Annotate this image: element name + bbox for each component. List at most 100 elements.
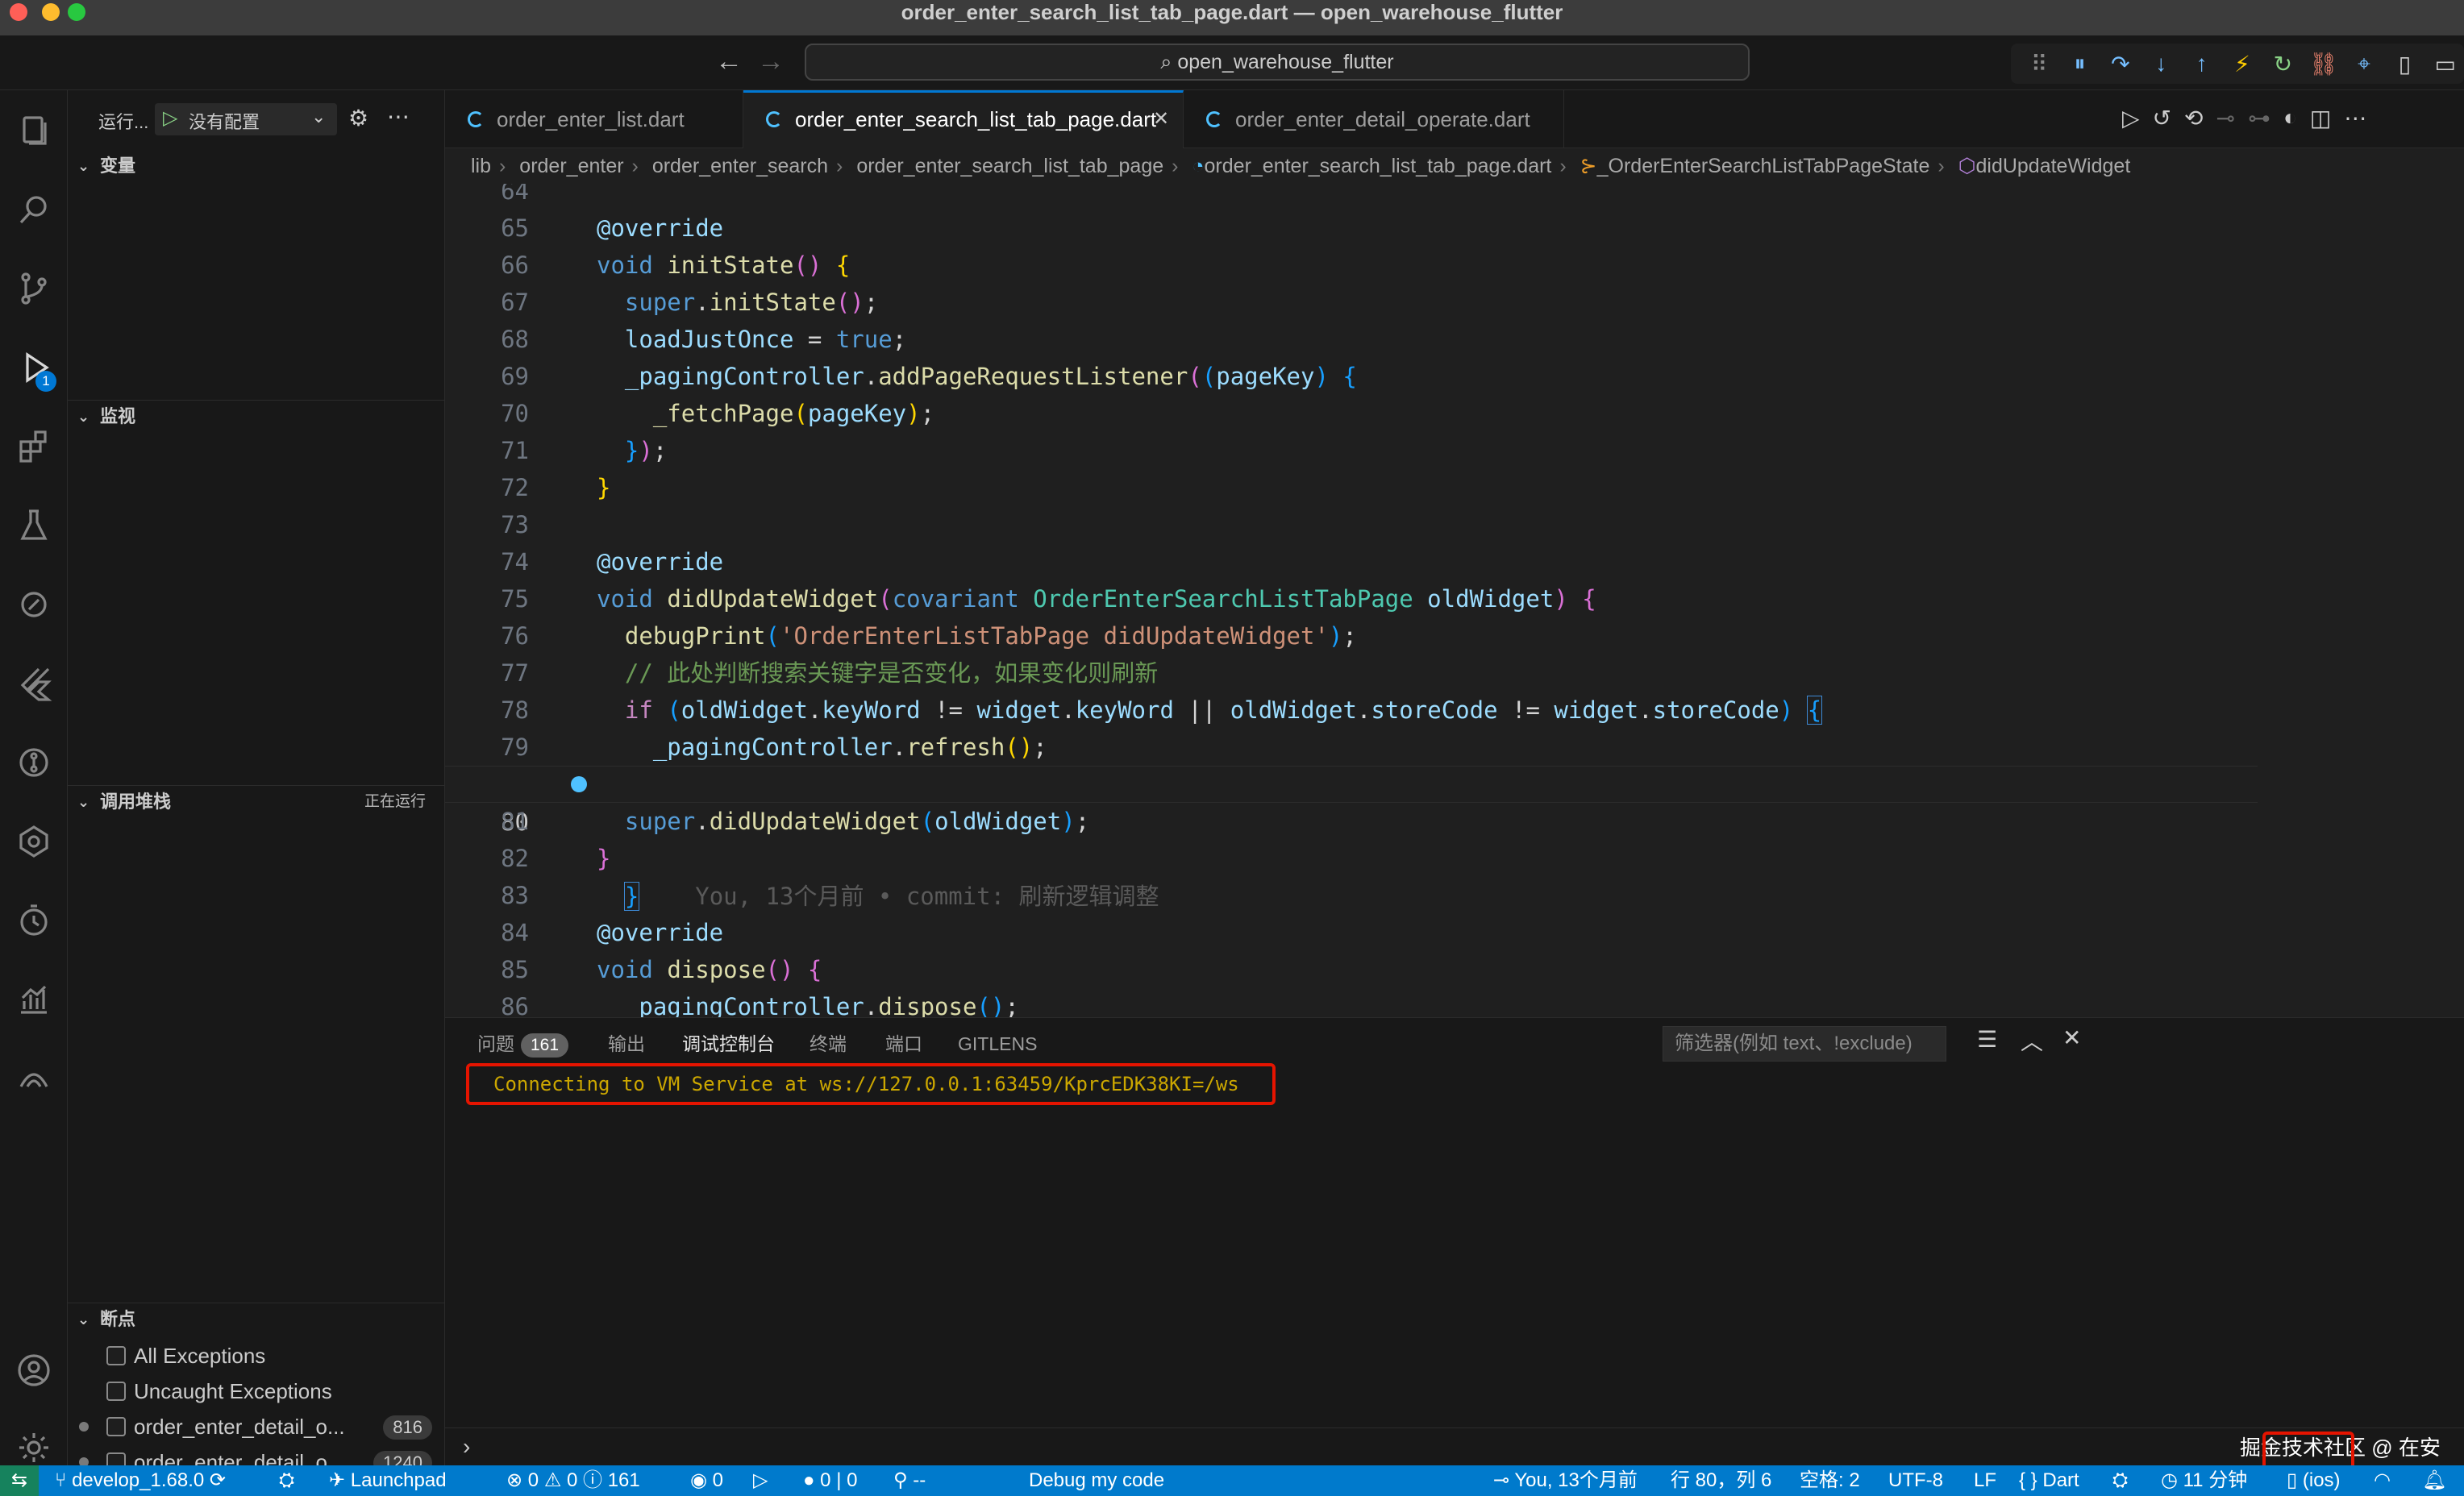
- checkbox[interactable]: [106, 1346, 126, 1365]
- account-icon[interactable]: ◠: [2374, 1465, 2391, 1496]
- tab-debug-console[interactable]: 调试控制台: [682, 1029, 775, 1058]
- step-over-icon[interactable]: ↷: [2102, 44, 2139, 83]
- git-blame-status[interactable]: ⊸ You, 13个月前: [1493, 1465, 1638, 1496]
- breakpoint-uncaught-exceptions[interactable]: Uncaught Exceptions: [68, 1373, 445, 1409]
- line-ending[interactable]: LF: [1974, 1465, 1996, 1496]
- debug-launch-icon[interactable]: ▷: [753, 1465, 768, 1496]
- charts-icon[interactable]: [8, 974, 60, 1025]
- step-out-icon[interactable]: ↑: [2183, 44, 2220, 83]
- testing-icon[interactable]: [8, 500, 60, 551]
- breadcrumb-item[interactable]: lib: [471, 148, 491, 184]
- indentation[interactable]: 空格: 2: [1800, 1465, 1860, 1496]
- debug-console-input[interactable]: ›: [445, 1427, 2464, 1466]
- gitlens-icon[interactable]: [8, 737, 60, 788]
- breakpoint-hint-icon[interactable]: [571, 776, 587, 792]
- tab-terminal[interactable]: 终端: [810, 1029, 847, 1058]
- launch-config-dropdown[interactable]: ▷ 没有配置 ⌄: [155, 103, 337, 135]
- gitlens-compare-icon[interactable]: ◐: [2283, 105, 2297, 134]
- tab-order-enter-search-list-tab-page[interactable]: order_enter_search_list_tab_page.dart ✕: [743, 90, 1184, 148]
- run-debug-icon[interactable]: 1: [8, 342, 60, 393]
- flutter-icon[interactable]: [8, 658, 60, 709]
- callstack-section-header[interactable]: ⌄ 调用堆栈 正在运行: [68, 785, 445, 817]
- tab-problems[interactable]: 问题 161: [477, 1029, 569, 1058]
- back-arrow-icon[interactable]: ←: [713, 44, 745, 81]
- drag-handle-icon[interactable]: ⠿: [2021, 44, 2058, 83]
- time-tracker[interactable]: ◷ 11 分钟: [2161, 1465, 2247, 1496]
- close-window-button[interactable]: [10, 3, 27, 21]
- clear-console-icon[interactable]: ☰: [1977, 1026, 1997, 1053]
- close-tab-icon[interactable]: ✕: [1153, 93, 1169, 146]
- previous-change-icon[interactable]: ⟲: [2184, 105, 2203, 134]
- problems-summary[interactable]: ⊗ 0 ⚠ 0 ⓘ 161: [506, 1465, 640, 1496]
- tab-ports[interactable]: 端口: [885, 1029, 922, 1058]
- cursor-position[interactable]: 行 80，列 6: [1671, 1465, 1771, 1496]
- breakpoint-all-exceptions[interactable]: All Exceptions: [68, 1338, 445, 1373]
- remote-indicator-icon[interactable]: ⇆: [0, 1465, 39, 1496]
- device-selector[interactable]: ▯ (ios): [2287, 1465, 2341, 1496]
- inspect-widget-icon[interactable]: ⌖: [2345, 44, 2383, 83]
- ai-assistant-icon[interactable]: [8, 1053, 60, 1104]
- disconnect-icon[interactable]: ⛓: [2305, 44, 2342, 83]
- devtools-counts[interactable]: ● 0 | 0: [803, 1465, 857, 1496]
- source-control-icon[interactable]: [8, 263, 60, 314]
- commit-icon: ⊸: [1493, 1469, 1515, 1491]
- variables-section-header[interactable]: ⌄ 变量: [68, 150, 445, 182]
- more-actions-icon[interactable]: ⋯: [2344, 105, 2366, 134]
- breakpoint-item[interactable]: order_enter_detail_o... 816: [68, 1409, 445, 1444]
- explorer-icon[interactable]: [8, 105, 60, 156]
- breadcrumb-item[interactable]: order_enter_search_list_tab_page.dart: [1205, 148, 1552, 184]
- checkbox[interactable]: [106, 1417, 126, 1436]
- maximize-panel-icon[interactable]: ︿: [2021, 1024, 2043, 1057]
- gear-icon[interactable]: ⚙: [348, 105, 368, 131]
- next-change-icon[interactable]: ⊶: [2248, 105, 2270, 134]
- language-mode[interactable]: { } Dart: [2019, 1465, 2079, 1496]
- run-file-icon[interactable]: ▷: [2122, 105, 2140, 134]
- launchpad[interactable]: ✈ Launchpad: [329, 1465, 447, 1496]
- breadcrumb-item[interactable]: order_enter: [519, 148, 623, 184]
- debug-my-code[interactable]: Debug my code: [1029, 1465, 1164, 1496]
- close-panel-icon[interactable]: ✕: [2062, 1024, 2081, 1051]
- encoding[interactable]: UTF-8: [1888, 1465, 1943, 1496]
- breadcrumb-item[interactable]: didUpdateWidget: [1975, 148, 2130, 184]
- zoom-window-button[interactable]: [68, 3, 85, 21]
- tab-order-enter-detail-operate[interactable]: order_enter_detail_operate.dart: [1184, 90, 1564, 148]
- copilot-icon[interactable]: [8, 816, 60, 867]
- more-actions-icon[interactable]: ⋯: [387, 103, 410, 130]
- step-into-icon[interactable]: ↓: [2142, 44, 2179, 83]
- watch-section-header[interactable]: ⌄ 监视: [68, 400, 445, 432]
- toggle-sidebar-icon[interactable]: ▯: [2386, 44, 2423, 83]
- hot-reload-icon[interactable]: ⚡: [2224, 44, 2261, 83]
- code-editor[interactable]: 64 65 @override 66 void initState() { 67 s…: [445, 184, 2464, 1017]
- checkbox[interactable]: [106, 1382, 126, 1401]
- copilot-status-icon[interactable]: ⛭: [2112, 1465, 2128, 1496]
- tab-output[interactable]: 输出: [608, 1029, 645, 1058]
- accounts-icon[interactable]: [8, 1344, 60, 1396]
- ports-indicator[interactable]: ◉ 0: [690, 1465, 723, 1496]
- git-commit-icon[interactable]: ⊸: [2216, 105, 2234, 134]
- toggle-panel-icon[interactable]: ▭: [2427, 44, 2464, 83]
- pause-icon[interactable]: ⏸: [2061, 44, 2098, 83]
- tab-gitlens[interactable]: GITLENS: [958, 1029, 1037, 1058]
- extensions-icon[interactable]: [8, 421, 60, 472]
- breakpoints-section-header[interactable]: ⌄ 断点: [68, 1303, 445, 1335]
- forward-arrow-icon[interactable]: →: [755, 44, 787, 81]
- search-icon[interactable]: [8, 184, 60, 235]
- breadcrumb-item[interactable]: order_enter_search: [652, 148, 828, 184]
- start-debugging-icon[interactable]: ▷: [163, 106, 177, 130]
- notifications-bell-icon[interactable]: 🔔︎: [2422, 1465, 2446, 1496]
- remote-explorer-icon[interactable]: [8, 579, 60, 630]
- console-filter-input[interactable]: 筛选器(例如 text、!exclude): [1663, 1026, 1946, 1062]
- history-icon[interactable]: ↺: [2153, 105, 2171, 134]
- flutter-status[interactable]: ⚲ --: [893, 1465, 926, 1496]
- tab-order-enter-list[interactable]: order_enter_list.dart: [445, 90, 743, 148]
- breadcrumb-item[interactable]: _OrderEnterSearchListTabPageState: [1597, 148, 1930, 184]
- minimize-window-button[interactable]: [42, 3, 60, 21]
- breadcrumb-item[interactable]: order_enter_search_list_tab_page: [856, 148, 1163, 184]
- git-graph-icon[interactable]: ⛭: [279, 1465, 294, 1496]
- split-editor-icon[interactable]: ◫: [2310, 105, 2331, 134]
- git-branch[interactable]: ⑂ develop_1.68.0 ⟳: [55, 1465, 226, 1496]
- chevron-down-icon: ⌄: [311, 106, 327, 127]
- timeline-icon[interactable]: [8, 895, 60, 946]
- restart-icon[interactable]: ↻: [2264, 44, 2301, 83]
- command-center-search[interactable]: ⌕ open_warehouse_flutter: [805, 44, 1750, 81]
